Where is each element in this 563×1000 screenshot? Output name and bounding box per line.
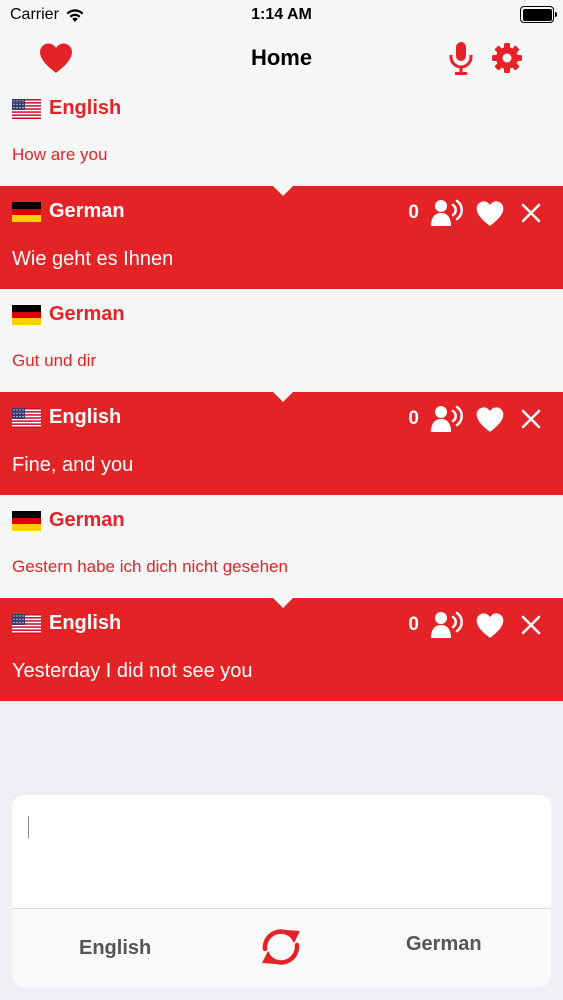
- message-text: Gestern habe ich dich nicht gesehen: [12, 557, 288, 576]
- message-text: Fine, and you: [12, 454, 134, 476]
- delete-close-icon[interactable]: [521, 203, 541, 223]
- source-message[interactable]: German 0 Wie geht es Ihnen: [0, 185, 563, 289]
- conversation-list[interactable]: German0HalloEnglishHow are youGerman0Wie…: [0, 87, 563, 782]
- german-flag-icon: [12, 201, 41, 222]
- language-name: English: [49, 406, 122, 428]
- bubble-notch: [272, 185, 294, 196]
- message-text: How are you: [12, 145, 108, 164]
- navigation-bar: Home: [0, 30, 563, 87]
- delete-close-icon[interactable]: [521, 615, 541, 635]
- microphone-icon[interactable]: [448, 41, 474, 75]
- translation-message[interactable]: German Gestern habe ich dich nicht gesehe…: [0, 495, 563, 598]
- text-input[interactable]: [12, 795, 551, 908]
- source-message[interactable]: English 0 Yesterday I did not see you: [0, 597, 563, 701]
- language-name: German: [49, 200, 125, 222]
- message-actions: 0: [408, 198, 541, 228]
- language-label-row: German: [12, 509, 125, 532]
- text-cursor: [28, 816, 29, 838]
- language-label-row: English: [12, 406, 121, 429]
- us-flag-icon: [12, 98, 41, 119]
- message-text: Yesterday I did not see you: [12, 660, 253, 682]
- translation-message[interactable]: German Gut und dir: [0, 289, 563, 392]
- target-language-button[interactable]: German: [406, 933, 482, 956]
- play-count: 0: [408, 408, 419, 429]
- delete-close-icon[interactable]: [521, 409, 541, 429]
- german-flag-icon: [12, 304, 41, 325]
- favorite-heart-icon[interactable]: [475, 406, 505, 433]
- favorite-heart-icon[interactable]: [475, 612, 505, 639]
- language-label-row: English: [12, 97, 121, 120]
- favorite-heart-icon[interactable]: [475, 200, 505, 227]
- source-message[interactable]: English 0 Fine, and you: [0, 391, 563, 495]
- language-name: German: [49, 303, 125, 325]
- swap-languages-icon[interactable]: [256, 927, 306, 967]
- speak-icon[interactable]: [431, 610, 465, 640]
- language-label-row: English: [12, 612, 121, 635]
- conversation-scroll-content: German0HalloEnglishHow are youGerman0Wie…: [0, 87, 563, 701]
- input-panel: English German: [12, 795, 551, 987]
- translation-message[interactable]: English How are you: [0, 87, 563, 186]
- message-actions: 0: [408, 404, 541, 434]
- language-name: German: [49, 509, 125, 531]
- battery-icon: [520, 6, 557, 23]
- message-actions: 0: [408, 610, 541, 640]
- language-selector-bar: English German: [12, 909, 551, 987]
- language-name: English: [49, 612, 122, 634]
- speak-icon[interactable]: [431, 198, 465, 228]
- us-flag-icon: [12, 613, 41, 634]
- speak-icon[interactable]: [431, 404, 465, 434]
- german-flag-icon: [12, 510, 41, 531]
- bubble-notch: [272, 391, 294, 402]
- language-name: English: [49, 97, 122, 119]
- language-label-row: German: [12, 303, 125, 326]
- message-text: Wie geht es Ihnen: [12, 248, 174, 270]
- source-language-button[interactable]: English: [79, 937, 151, 960]
- bubble-notch: [272, 597, 294, 608]
- play-count: 0: [408, 202, 419, 223]
- message-text: Gut und dir: [12, 351, 97, 370]
- clock: 1:14 AM: [251, 6, 312, 23]
- settings-gear-icon[interactable]: [492, 43, 522, 73]
- us-flag-icon: [12, 407, 41, 428]
- language-label-row: German: [12, 200, 125, 223]
- status-bar: Carrier 1:14 AM: [0, 0, 563, 30]
- play-count: 0: [408, 614, 419, 635]
- page-title: Home: [250, 45, 313, 70]
